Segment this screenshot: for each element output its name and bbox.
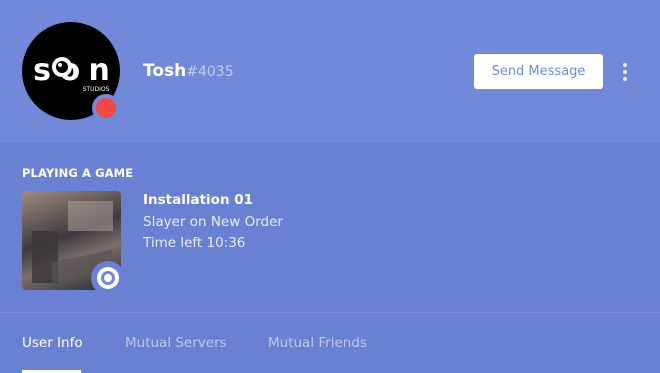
discriminator: #4035: [186, 64, 234, 80]
rich-presence-icon: [91, 261, 125, 295]
profile-header: s o n STUDIOS Tosh#4035 Send Message: [0, 0, 660, 143]
more-vertical-icon[interactable]: [616, 61, 634, 83]
tab-mutual-friends[interactable]: Mutual Friends: [268, 333, 367, 353]
username: Tosh: [143, 61, 187, 81]
more-dot: [623, 63, 627, 67]
activity-title: PLAYING A GAME: [22, 166, 134, 180]
game-name: Installation 01: [143, 192, 254, 208]
more-dot: [623, 70, 627, 74]
status-indicator: [92, 94, 120, 122]
tab-mutual-servers[interactable]: Mutual Servers: [125, 333, 227, 353]
avatar[interactable]: s o n STUDIOS: [22, 22, 120, 122]
user-profile-modal: s o n STUDIOS Tosh#4035 Send Message PLA…: [0, 0, 660, 373]
tab-user-info[interactable]: User Info: [22, 333, 83, 353]
activity-section: PLAYING A GAME Installation 01 Slayer on…: [0, 143, 660, 313]
game-state: Time left 10:36: [143, 235, 246, 251]
svg-text:STUDIOS: STUDIOS: [83, 86, 110, 93]
more-dot: [623, 77, 627, 81]
username-display: Tosh#4035: [143, 60, 234, 83]
game-image-detail: [68, 201, 113, 231]
send-message-button[interactable]: Send Message: [474, 54, 603, 89]
profile-tabs: User Info Mutual Servers Mutual Friends: [0, 312, 660, 373]
game-details: Slayer on New Order: [143, 214, 283, 230]
